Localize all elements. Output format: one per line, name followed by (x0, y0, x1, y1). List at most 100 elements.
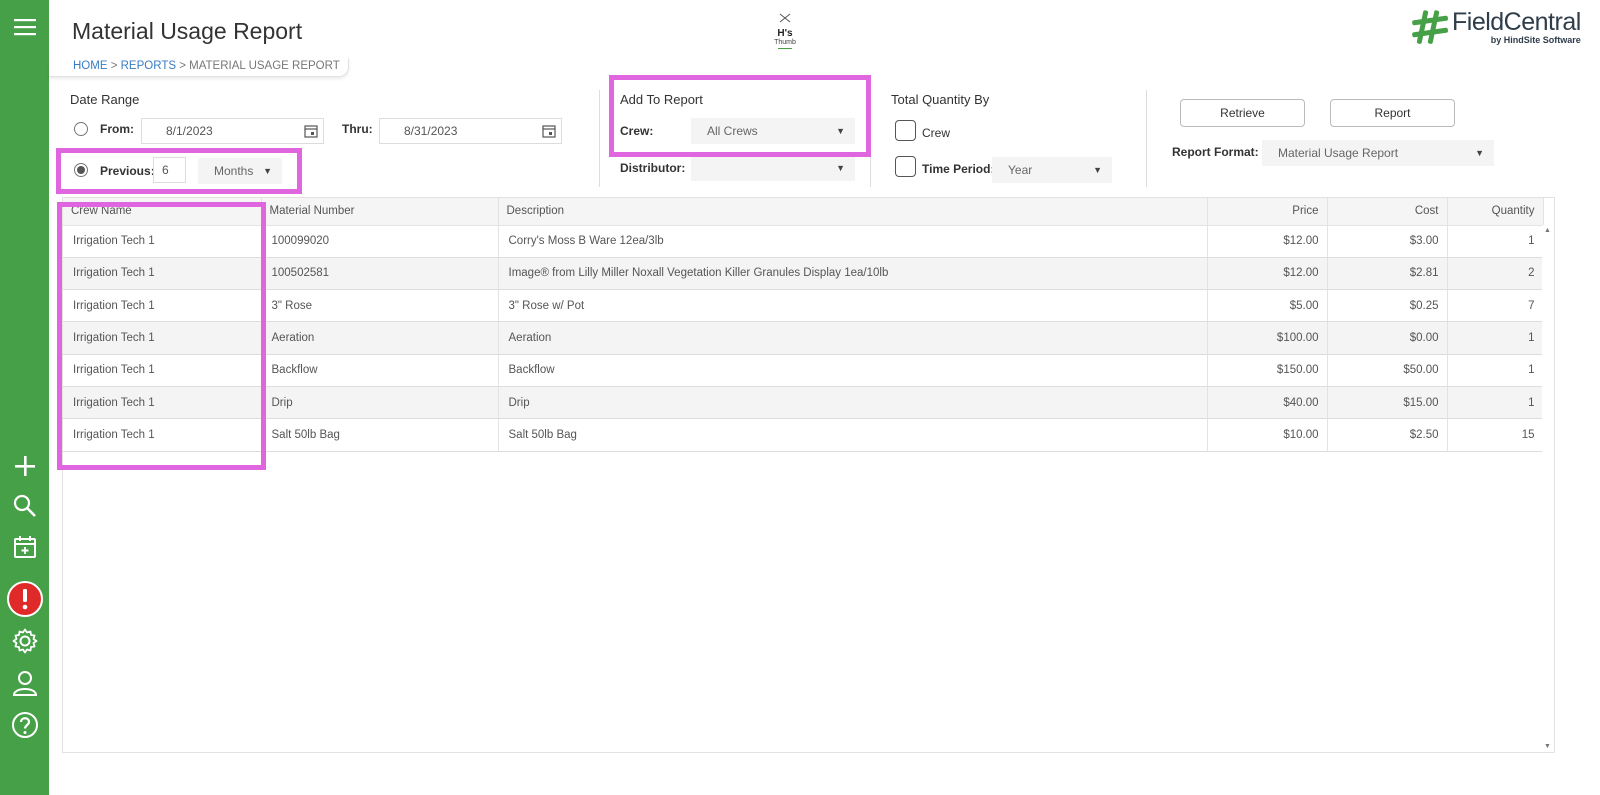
chevron-down-icon: ▼ (1093, 165, 1102, 175)
scissors-icon (779, 13, 791, 23)
cell-quantity: 1 (1447, 321, 1544, 355)
report-grid: Crew Name Material Number Description Pr… (62, 197, 1555, 753)
total-quantity-title: Total Quantity By (891, 92, 990, 107)
report-format-select[interactable]: Material Usage Report ▼ (1262, 140, 1494, 166)
company-brand-name: H's (777, 28, 793, 39)
cell-description: Drip (498, 386, 1208, 420)
retrieve-button[interactable]: Retrieve (1180, 99, 1305, 127)
cell-description: Corry's Moss B Ware 12ea/3lb (498, 225, 1208, 258)
alert-icon[interactable] (6, 580, 44, 618)
fieldcentral-logo[interactable]: FieldCentral by HindSite Software (1412, 9, 1581, 45)
chevron-down-icon: ▼ (1475, 148, 1484, 158)
cell-material-number: 100099020 (261, 225, 499, 258)
cell-cost: $2.81 (1327, 257, 1448, 291)
time-period-value: Year (1008, 163, 1033, 177)
cell-material-number: Salt 50lb Bag (261, 418, 499, 452)
breadcrumb: HOME > REPORTS > MATERIAL USAGE REPORT (73, 60, 340, 72)
previous-count-input[interactable]: 6 (153, 157, 186, 183)
column-header-price[interactable]: Price (1207, 198, 1328, 226)
top-bar: Material Usage Report H's Thumb FieldCen… (49, 0, 1600, 58)
table-row[interactable]: Irrigation Tech 1 Drip Drip $40.00 $15.0… (63, 386, 1544, 420)
table-row[interactable]: Irrigation Tech 1 3" Rose 3" Rose w/ Pot… (63, 289, 1544, 323)
chevron-down-icon: ▼ (836, 163, 845, 173)
table-row[interactable]: Irrigation Tech 1 100502581 Image® from … (63, 257, 1544, 291)
table-row[interactable]: Irrigation Tech 1 Backflow Backflow $150… (63, 354, 1544, 387)
previous-label: Previous: (100, 164, 155, 178)
cell-crew-name: Irrigation Tech 1 (63, 354, 262, 387)
table-row[interactable]: Irrigation Tech 1 Aeration Aeration $100… (63, 321, 1544, 355)
cell-material-number: 3" Rose (261, 289, 499, 323)
cell-description: Aeration (498, 321, 1208, 355)
chevron-down-icon: ▼ (836, 126, 845, 136)
distributor-select[interactable]: ▼ (691, 155, 855, 181)
report-table: Crew Name Material Number Description Pr… (63, 198, 1544, 452)
cell-quantity: 1 (1447, 225, 1544, 258)
cell-material-number: Drip (261, 386, 499, 420)
column-header-quantity[interactable]: Quantity (1447, 198, 1544, 226)
thru-date-value: 8/31/2023 (404, 124, 458, 138)
report-button[interactable]: Report (1330, 99, 1455, 127)
cell-price: $12.00 (1207, 225, 1328, 258)
cell-crew-name: Irrigation Tech 1 (63, 289, 262, 323)
cell-quantity: 15 (1447, 418, 1544, 452)
from-radio[interactable] (74, 122, 88, 136)
column-header-crew-name[interactable]: Crew Name (63, 198, 262, 226)
cell-material-number: Aeration (261, 321, 499, 355)
settings-icon[interactable] (6, 622, 44, 660)
time-period-checkbox[interactable] (895, 156, 916, 177)
thru-date-input[interactable]: 8/31/2023 (379, 118, 562, 144)
cell-price: $12.00 (1207, 257, 1328, 291)
scroll-down-arrow-icon[interactable]: ▼ (1544, 743, 1551, 750)
table-scrollbar[interactable]: ▲ ▼ (1542, 225, 1554, 752)
calendar-add-icon[interactable] (6, 528, 44, 566)
cell-crew-name: Irrigation Tech 1 (63, 386, 262, 420)
table-header-row: Crew Name Material Number Description Pr… (63, 198, 1544, 226)
cell-quantity: 1 (1447, 354, 1544, 387)
search-icon[interactable] (6, 487, 44, 525)
cell-quantity: 2 (1447, 257, 1544, 291)
scroll-up-arrow-icon[interactable]: ▲ (1544, 227, 1551, 234)
report-format-value: Material Usage Report (1278, 146, 1399, 160)
crew-select[interactable]: All Crews ▼ (691, 118, 855, 144)
previous-radio[interactable] (74, 163, 88, 177)
logo-tagline: by HindSite Software (1490, 35, 1581, 45)
menu-icon[interactable] (6, 8, 44, 46)
cell-quantity: 1 (1447, 386, 1544, 420)
user-icon[interactable] (6, 664, 44, 702)
sidebar (0, 0, 49, 795)
fieldcentral-logo-icon (1412, 10, 1448, 44)
time-period-label: Time Period: (922, 162, 995, 176)
cell-price: $40.00 (1207, 386, 1328, 420)
column-header-description[interactable]: Description (498, 198, 1208, 226)
breadcrumb-home[interactable]: HOME (73, 60, 108, 72)
period-unit-select[interactable]: Months ▼ (198, 158, 282, 184)
table-row[interactable]: Irrigation Tech 1 Salt 50lb Bag Salt 50l… (63, 418, 1544, 452)
add-icon[interactable] (6, 447, 44, 485)
help-icon[interactable] (6, 706, 44, 744)
report-format-label: Report Format: (1172, 145, 1259, 159)
time-period-select[interactable]: Year ▼ (992, 157, 1112, 183)
calendar-icon[interactable] (542, 124, 556, 138)
cell-cost: $2.50 (1327, 418, 1448, 452)
company-brand: H's Thumb (765, 10, 805, 49)
cell-cost: $15.00 (1327, 386, 1448, 420)
crew-checkbox[interactable] (895, 120, 916, 141)
cell-price: $5.00 (1207, 289, 1328, 323)
cell-material-number: Backflow (261, 354, 499, 387)
from-date-input[interactable]: 8/1/2023 (141, 118, 324, 144)
cell-price: $10.00 (1207, 418, 1328, 452)
breadcrumb-current: MATERIAL USAGE REPORT (189, 60, 340, 72)
previous-count-value: 6 (162, 163, 169, 177)
add-to-report-title: Add To Report (620, 92, 703, 107)
breadcrumb-reports[interactable]: REPORTS (121, 60, 176, 72)
cell-crew-name: Irrigation Tech 1 (63, 418, 262, 452)
table-row[interactable]: Irrigation Tech 1 100099020 Corry's Moss… (63, 225, 1544, 258)
calendar-icon[interactable] (304, 124, 318, 138)
logo-name: FieldCentral (1452, 8, 1581, 36)
date-range-title: Date Range (70, 92, 140, 107)
column-header-cost[interactable]: Cost (1327, 198, 1448, 226)
company-brand-sub: Thumb (774, 39, 796, 46)
page-title: Material Usage Report (72, 18, 303, 44)
column-header-material-number[interactable]: Material Number (261, 198, 499, 226)
breadcrumb-separator: > (110, 60, 118, 72)
